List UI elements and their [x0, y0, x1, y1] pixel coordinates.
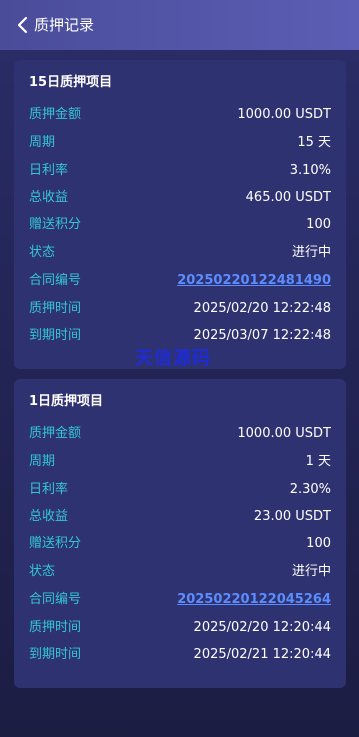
total-earnings-label: 总收益: [29, 190, 69, 205]
row-period: 周期 15 天: [29, 133, 331, 153]
row-contract-number: 合同编号 20250220122481490: [29, 271, 331, 291]
expiry-time-label: 到期时间: [29, 328, 82, 343]
record-title: 1日质押项目: [29, 394, 104, 409]
bonus-points-value: 100: [306, 217, 331, 232]
daily-rate-value: 2.30%: [289, 482, 331, 497]
row-stake-time: 质押时间 2025/02/20 12:22:48: [29, 299, 331, 319]
total-earnings-label: 总收益: [29, 509, 69, 524]
stake-time-label: 质押时间: [29, 620, 82, 635]
contract-number-link[interactable]: 20250220122045264: [177, 590, 331, 610]
row-daily-rate: 日利率 2.30%: [29, 480, 331, 500]
expiry-time-label: 到期时间: [29, 647, 82, 662]
row-daily-rate: 日利率 3.10%: [29, 161, 331, 181]
row-status: 状态 进行中: [29, 243, 331, 263]
total-earnings-value: 465.00 USDT: [245, 190, 331, 205]
expiry-time-value: 2025/02/21 12:20:44: [193, 647, 331, 662]
status-value: 进行中: [291, 564, 331, 579]
status-value: 进行中: [291, 245, 331, 260]
expiry-time-value: 2025/03/07 12:22:48: [193, 328, 331, 343]
page-title: 质押记录: [34, 16, 95, 34]
contract-number-label: 合同编号: [29, 592, 82, 607]
amount-value: 1000.00 USDT: [237, 426, 331, 441]
stake-time-value: 2025/02/20 12:20:44: [193, 620, 331, 635]
bonus-points-label: 赠送积分: [29, 217, 82, 232]
bonus-points-value: 100: [306, 536, 331, 551]
record-title: 15日质押项目: [29, 75, 113, 90]
row-contract-number: 合同编号 20250220122045264: [29, 590, 331, 610]
chevron-left-icon: [17, 16, 28, 34]
row-expiry-time: 到期时间 2025/02/21 12:20:44: [29, 645, 331, 665]
back-button[interactable]: [14, 13, 30, 37]
status-label: 状态: [29, 564, 56, 579]
daily-rate-label: 日利率: [29, 482, 69, 497]
status-label: 状态: [29, 245, 56, 260]
contract-number-link[interactable]: 20250220122481490: [177, 271, 331, 291]
amount-value: 1000.00 USDT: [237, 107, 331, 122]
watermark-text: 天信源码: [135, 348, 211, 369]
stake-time-label: 质押时间: [29, 301, 82, 316]
row-bonus-points: 赠送积分 100: [29, 534, 331, 554]
period-value: 15 天: [297, 135, 331, 150]
stake-time-value: 2025/02/20 12:22:48: [193, 301, 331, 316]
row-total-earnings: 总收益 465.00 USDT: [29, 188, 331, 208]
row-bonus-points: 赠送积分 100: [29, 215, 331, 235]
daily-rate-label: 日利率: [29, 163, 69, 178]
app-header: 质押记录: [0, 0, 359, 50]
daily-rate-value: 3.10%: [289, 163, 331, 178]
record-card: 1日质押项目 质押金额 1000.00 USDT 周期 1 天 日利率 2.30…: [14, 379, 346, 688]
bonus-points-label: 赠送积分: [29, 536, 82, 551]
row-amount: 质押金额 1000.00 USDT: [29, 424, 331, 444]
period-label: 周期: [29, 135, 56, 150]
row-period: 周期 1 天: [29, 452, 331, 472]
record-card: 15日质押项目 质押金额 1000.00 USDT 周期 15 天 日利率 3.…: [14, 60, 346, 369]
amount-label: 质押金额: [29, 107, 82, 122]
row-status: 状态 进行中: [29, 562, 331, 582]
row-expiry-time: 到期时间 2025/03/07 12:22:48: [29, 326, 331, 346]
period-label: 周期: [29, 454, 56, 469]
total-earnings-value: 23.00 USDT: [253, 509, 331, 524]
period-value: 1 天: [305, 454, 331, 469]
row-amount: 质押金额 1000.00 USDT: [29, 105, 331, 125]
amount-label: 质押金额: [29, 426, 82, 441]
row-total-earnings: 总收益 23.00 USDT: [29, 507, 331, 527]
row-stake-time: 质押时间 2025/02/20 12:20:44: [29, 618, 331, 638]
contract-number-label: 合同编号: [29, 273, 82, 288]
